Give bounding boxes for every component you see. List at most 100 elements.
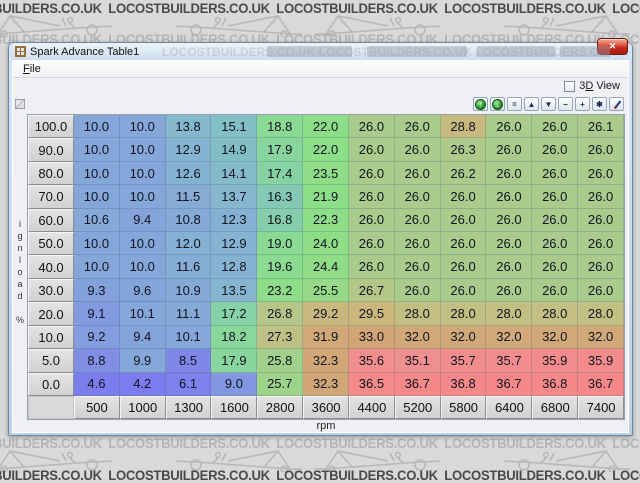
rpm-col-header[interactable]: 1300 <box>166 396 212 419</box>
plus-button[interactable]: + <box>575 97 590 111</box>
table-cell[interactable]: 26.0 <box>486 279 532 302</box>
table-cell[interactable]: 21.9 <box>303 185 349 208</box>
table-cell[interactable]: 10.0 <box>74 232 120 255</box>
table-cell[interactable]: 36.8 <box>532 373 578 396</box>
table-cell[interactable]: 13.5 <box>211 279 257 302</box>
table-cell[interactable]: 10.0 <box>120 138 166 161</box>
table-cell[interactable]: 26.0 <box>532 138 578 161</box>
table-cell[interactable]: 17.4 <box>257 162 303 185</box>
table-cell[interactable]: 26.0 <box>578 209 624 232</box>
table-cell[interactable]: 19.6 <box>257 255 303 278</box>
table-cell[interactable]: 33.0 <box>349 326 395 349</box>
table-cell[interactable]: 26.0 <box>486 185 532 208</box>
table-cell[interactable]: 12.8 <box>211 255 257 278</box>
3d-view-checkbox[interactable] <box>564 81 575 92</box>
table-cell[interactable]: 9.4 <box>120 326 166 349</box>
table-cell[interactable]: 16.8 <box>257 209 303 232</box>
table-cell[interactable]: 26.0 <box>578 185 624 208</box>
table-cell[interactable]: 26.0 <box>395 232 441 255</box>
table-cell[interactable]: 17.9 <box>257 138 303 161</box>
table-cell[interactable]: 36.7 <box>395 373 441 396</box>
table-cell[interactable]: 36.7 <box>486 373 532 396</box>
table-cell[interactable]: 19.0 <box>257 232 303 255</box>
table-cell[interactable]: 10.9 <box>166 279 212 302</box>
table-cell[interactable]: 26.1 <box>578 115 624 138</box>
table-cell[interactable]: 11.1 <box>166 302 212 325</box>
table-cell[interactable]: 10.1 <box>166 326 212 349</box>
menu-file[interactable]: File <box>18 62 46 76</box>
edit-cell-button[interactable] <box>609 97 624 111</box>
table-cell[interactable]: 26.0 <box>349 162 395 185</box>
table-cell[interactable]: 10.0 <box>120 162 166 185</box>
table-cell[interactable]: 8.5 <box>166 349 212 372</box>
table-cell[interactable]: 26.0 <box>441 209 487 232</box>
table-cell[interactable]: 25.7 <box>257 373 303 396</box>
table-cell[interactable]: 26.0 <box>349 115 395 138</box>
table-cell[interactable]: 13.8 <box>166 115 212 138</box>
table-cell[interactable]: 32.3 <box>303 349 349 372</box>
table-cell[interactable]: 10.0 <box>74 162 120 185</box>
table-cell[interactable]: 26.0 <box>486 209 532 232</box>
table-cell[interactable]: 4.6 <box>74 373 120 396</box>
rpm-col-header[interactable]: 4400 <box>349 396 395 419</box>
table-cell[interactable]: 26.0 <box>395 162 441 185</box>
table-cell[interactable]: 22.0 <box>303 138 349 161</box>
table-cell[interactable]: 24.0 <box>303 232 349 255</box>
table-cell[interactable]: 12.0 <box>166 232 212 255</box>
table-cell[interactable]: 26.8 <box>257 302 303 325</box>
rpm-col-header[interactable]: 7400 <box>578 396 624 419</box>
table-cell[interactable]: 13.7 <box>211 185 257 208</box>
table-cell[interactable]: 26.0 <box>395 279 441 302</box>
table-cell[interactable]: 26.0 <box>441 255 487 278</box>
table-cell[interactable]: 26.0 <box>395 185 441 208</box>
table-cell[interactable]: 14.9 <box>211 138 257 161</box>
table-cell[interactable]: 26.0 <box>578 255 624 278</box>
table-cell[interactable]: 26.0 <box>532 232 578 255</box>
table-cell[interactable]: 16.3 <box>257 185 303 208</box>
table-cell[interactable]: 26.0 <box>349 255 395 278</box>
table-cell[interactable]: 28.0 <box>578 302 624 325</box>
table-cell[interactable]: 26.0 <box>395 138 441 161</box>
load-row-header[interactable]: 100.0 <box>28 115 74 138</box>
table-cell[interactable]: 32.3 <box>303 373 349 396</box>
rpm-col-header[interactable]: 5200 <box>395 396 441 419</box>
rpm-col-header[interactable]: 5800 <box>441 396 487 419</box>
table-cell[interactable]: 26.0 <box>486 138 532 161</box>
increase-button[interactable]: ▲ <box>524 97 539 111</box>
table-cell[interactable]: 11.6 <box>166 255 212 278</box>
decrease-button[interactable]: ▼ <box>541 97 556 111</box>
table-cell[interactable]: 10.1 <box>120 302 166 325</box>
table-cell[interactable]: 12.6 <box>166 162 212 185</box>
table-cell[interactable]: 26.0 <box>349 209 395 232</box>
table-cell[interactable]: 4.2 <box>120 373 166 396</box>
table-cell[interactable]: 11.5 <box>166 185 212 208</box>
table-cell[interactable]: 22.0 <box>303 115 349 138</box>
table-cell[interactable]: 26.0 <box>349 185 395 208</box>
table-cell[interactable]: 32.0 <box>578 326 624 349</box>
table-cell[interactable]: 6.1 <box>166 373 212 396</box>
table-cell[interactable]: 26.0 <box>532 162 578 185</box>
table-cell[interactable]: 10.0 <box>74 255 120 278</box>
table-cell[interactable]: 26.0 <box>441 185 487 208</box>
table-cell[interactable]: 18.8 <box>257 115 303 138</box>
table-cell[interactable]: 25.5 <box>303 279 349 302</box>
table-cell[interactable]: 9.3 <box>74 279 120 302</box>
table-cell[interactable]: 9.9 <box>120 349 166 372</box>
table-cell[interactable]: 26.0 <box>349 138 395 161</box>
table-cell[interactable]: 28.0 <box>395 302 441 325</box>
minus-button[interactable]: − <box>558 97 573 111</box>
table-cell[interactable]: 10.8 <box>166 209 212 232</box>
table-cell[interactable]: 28.0 <box>486 302 532 325</box>
load-row-header[interactable]: 0.0 <box>28 373 74 396</box>
rpm-col-header[interactable]: 2800 <box>257 396 303 419</box>
multiply-button[interactable]: ✱ <box>592 97 607 111</box>
table-cell[interactable]: 35.9 <box>532 349 578 372</box>
table-cell[interactable]: 26.0 <box>578 162 624 185</box>
table-cell[interactable]: 26.0 <box>395 255 441 278</box>
table-cell[interactable]: 26.0 <box>532 185 578 208</box>
table-cell[interactable]: 23.5 <box>303 162 349 185</box>
rpm-col-header[interactable]: 1600 <box>211 396 257 419</box>
load-row-header[interactable]: 40.0 <box>28 255 74 278</box>
rpm-col-header[interactable]: 6800 <box>532 396 578 419</box>
table-cell[interactable]: 17.9 <box>211 349 257 372</box>
